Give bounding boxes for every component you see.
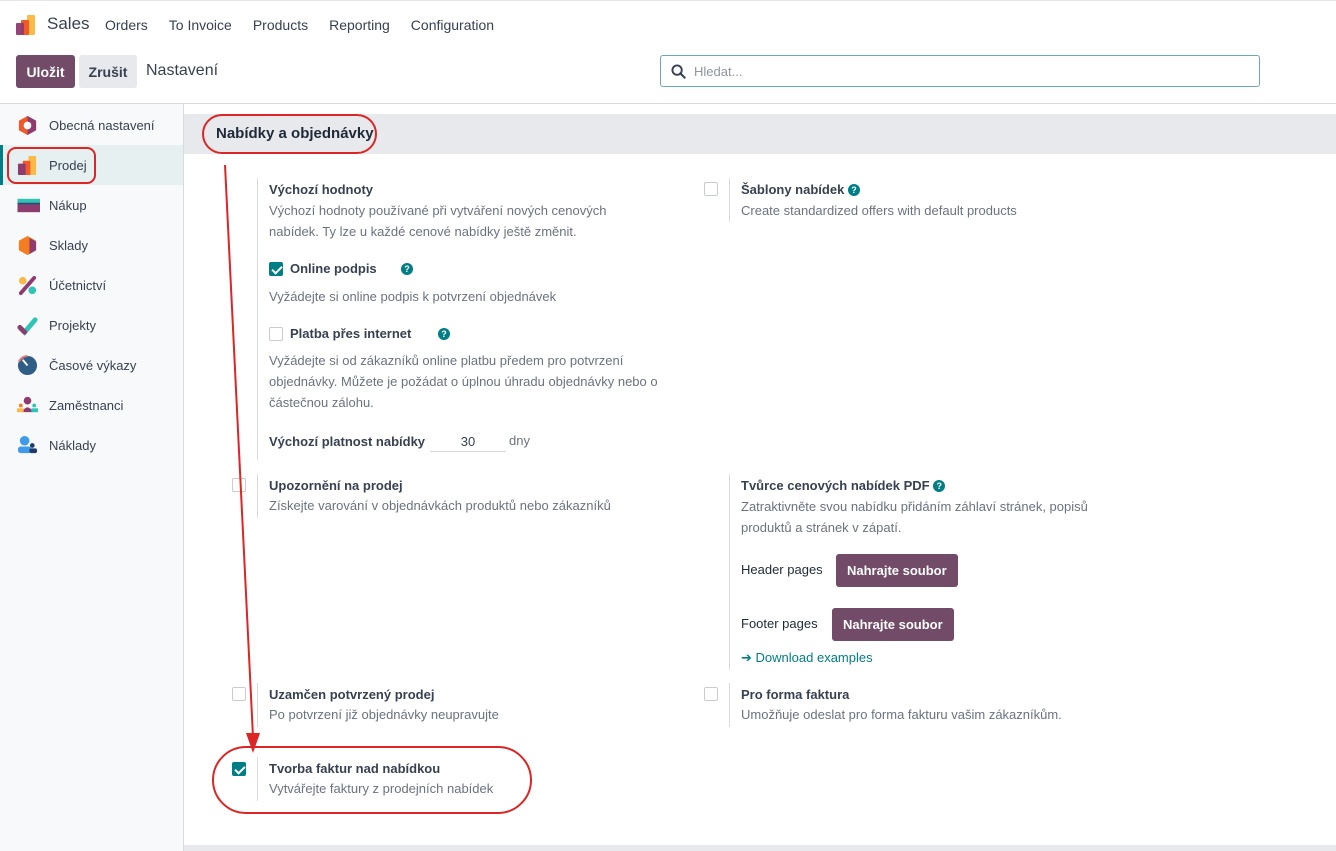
upload-header-button[interactable]: Nahrajte soubor xyxy=(836,554,958,587)
download-examples-link[interactable]: ➔ Download examples xyxy=(741,650,873,666)
general-settings-icon xyxy=(18,115,37,135)
purchase-app-icon xyxy=(17,198,40,212)
pro-forma-checkbox[interactable] xyxy=(704,687,718,701)
lock-confirmed-title: Uzamčen potvrzený prodej xyxy=(269,687,435,702)
upload-footer-button[interactable]: Nahrajte soubor xyxy=(832,608,954,641)
sale-warnings-desc: Získejte varování v objednávkách produkt… xyxy=(269,498,611,513)
menu-products[interactable]: Products xyxy=(253,17,308,33)
main-menu: Orders To Invoice Products Reporting Con… xyxy=(105,17,515,33)
search-icon xyxy=(671,63,686,79)
inventory-app-icon xyxy=(18,235,37,255)
footer-pages-label: Footer pages xyxy=(741,616,818,631)
validity-days-input[interactable] xyxy=(430,432,506,452)
arrow-right-icon: ➔ xyxy=(741,650,752,665)
sales-app-icon[interactable] xyxy=(15,14,37,36)
timesheets-app-icon xyxy=(17,354,38,375)
sales-app-icon xyxy=(17,155,37,175)
bottom-bar xyxy=(184,845,1336,851)
divider xyxy=(729,178,730,222)
quotation-templates-title: Šablony nabídek ? xyxy=(741,182,860,197)
pro-forma-title: Pro forma faktura xyxy=(741,687,850,702)
sidebar-item-label: Projekty xyxy=(49,317,96,333)
online-payment-desc: Vyžádejte si od zákazníků online platbu … xyxy=(269,353,658,410)
top-navbar: Sales Orders To Invoice Products Reporti… xyxy=(0,0,1336,48)
expenses-app-icon xyxy=(17,435,38,453)
cancel-button[interactable]: Zrušit xyxy=(79,55,137,88)
sale-warnings-title: Upozornění na prodej xyxy=(269,478,403,493)
help-icon[interactable]: ? xyxy=(933,480,946,492)
section-title: Nabídky a objednávky xyxy=(216,125,374,142)
quotation-templates-checkbox[interactable] xyxy=(704,182,718,196)
online-signature-checkbox[interactable] xyxy=(269,262,283,276)
validity-unit: dny xyxy=(509,433,530,448)
menu-orders[interactable]: Orders xyxy=(105,17,148,33)
divider xyxy=(257,474,258,518)
sidebar-item-label: Náklady xyxy=(49,437,96,453)
sidebar-item-label: Časové výkazy xyxy=(49,357,137,373)
pro-forma-desc: Umožňuje odeslat pro forma fakturu vašim… xyxy=(741,707,1062,722)
sidebar-item-sales[interactable]: Prodej xyxy=(0,145,183,185)
sidebar-item-label: Obecná nastavení xyxy=(49,117,155,133)
sidebar-item-accounting[interactable]: Účetnictví xyxy=(0,265,183,305)
sidebar-item-purchase[interactable]: Nákup xyxy=(0,185,183,225)
sidebar-item-inventory[interactable]: Sklady xyxy=(0,225,183,265)
employees-app-icon xyxy=(17,396,38,412)
sidebar-item-general-settings[interactable]: Obecná nastavení xyxy=(0,105,183,145)
online-signature-desc: Vyžádejte si online podpis k potvrzení o… xyxy=(269,289,557,304)
sale-warnings-checkbox[interactable] xyxy=(232,478,246,492)
sidebar-item-label: Prodej xyxy=(49,157,87,173)
divider xyxy=(729,683,730,727)
sidebar-item-label: Sklady xyxy=(49,237,89,253)
sidebar-item-label: Zaměstnanci xyxy=(49,397,124,413)
divider xyxy=(729,474,730,670)
divider xyxy=(257,683,258,727)
validity-label: Výchozí platnost nabídky xyxy=(269,434,426,449)
help-icon[interactable]: ? xyxy=(847,184,860,196)
sidebar-item-expenses[interactable]: Náklady xyxy=(0,425,183,465)
setting-desc-defaults: Výchozí hodnoty používané při vytváření … xyxy=(269,203,607,239)
invoice-from-quote-desc: Vytvářejte faktury z prodejních nabídek xyxy=(269,781,494,796)
breadcrumb: Nastavení xyxy=(146,62,219,79)
menu-to-invoice[interactable]: To Invoice xyxy=(169,17,232,33)
accounting-app-icon xyxy=(18,275,37,295)
help-icon[interactable]: ? xyxy=(438,328,450,340)
divider xyxy=(257,178,258,460)
online-payment-label[interactable]: Platba přes internet xyxy=(290,326,411,341)
invoice-from-quote-title: Tvorba faktur nad nabídkou xyxy=(269,761,441,776)
menu-configuration[interactable]: Configuration xyxy=(411,17,494,33)
sidebar-item-label: Nákup xyxy=(49,197,87,213)
app-name[interactable]: Sales xyxy=(47,14,90,34)
lock-confirmed-desc: Po potvrzení již objednávky neupravujte xyxy=(269,707,499,722)
sidebar-item-employees[interactable]: Zaměstnanci xyxy=(0,385,183,425)
search-input[interactable] xyxy=(694,63,1214,79)
header-pages-label: Header pages xyxy=(741,562,823,577)
project-app-icon xyxy=(17,316,38,336)
settings-sidebar: Obecná nastavení Prodej Nákup Sklady Úče… xyxy=(0,104,184,851)
save-button[interactable]: Uložit xyxy=(16,55,75,88)
help-icon[interactable]: ? xyxy=(401,263,413,275)
sidebar-item-label: Účetnictví xyxy=(49,277,107,293)
quotation-templates-desc: Create standardized offers with default … xyxy=(741,203,1017,218)
sidebar-item-timesheets[interactable]: Časové výkazy xyxy=(0,345,183,385)
lock-confirmed-checkbox[interactable] xyxy=(232,687,246,701)
sidebar-item-project[interactable]: Projekty xyxy=(0,305,183,345)
pdf-builder-desc: Zatraktivněte svou nabídku přidáním záhl… xyxy=(741,499,1088,535)
search-box[interactable] xyxy=(660,55,1260,87)
menu-reporting[interactable]: Reporting xyxy=(329,17,390,33)
header-divider xyxy=(0,103,1336,104)
pdf-builder-title: Tvůrce cenových nabídek PDF ? xyxy=(741,478,946,493)
online-signature-label[interactable]: Online podpis xyxy=(290,261,377,276)
online-payment-checkbox[interactable] xyxy=(269,327,283,341)
divider xyxy=(257,757,258,801)
invoice-from-quote-checkbox[interactable] xyxy=(232,762,246,776)
setting-title-defaults: Výchozí hodnoty xyxy=(269,182,373,197)
